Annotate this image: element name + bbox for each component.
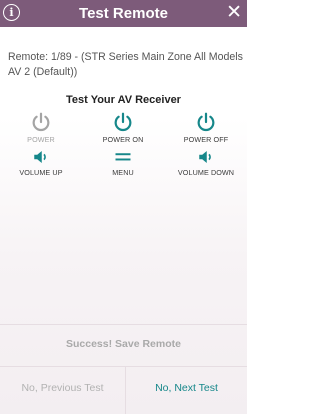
remote-info-text: Remote: 1/89 - (STR Series Main Zone All… xyxy=(8,51,243,78)
volume-icon xyxy=(34,151,46,163)
power-icon xyxy=(32,112,50,131)
power-off-button-label: POWER OFF xyxy=(183,135,229,144)
divider xyxy=(0,366,247,367)
previous-test-button[interactable]: No, Previous Test xyxy=(0,382,125,394)
test-remote-screen: i Test Remote ✕ Remote: 1/89 - (STR Seri… xyxy=(0,0,247,414)
divider xyxy=(0,324,247,325)
menu-button-label: MENU xyxy=(112,168,134,177)
info-icon[interactable]: i xyxy=(3,4,20,21)
power-button[interactable]: POWER xyxy=(1,111,81,144)
power-button-label: POWER xyxy=(27,135,55,144)
power-icon xyxy=(114,112,132,131)
section-title: Test Your AV Receiver xyxy=(66,94,181,106)
volume-down-button[interactable]: VOLUME DOWN xyxy=(166,148,246,177)
power-icon xyxy=(197,112,215,131)
power-on-button[interactable]: POWER ON xyxy=(83,111,163,144)
header-bar: i Test Remote ✕ xyxy=(0,0,247,27)
save-remote-button[interactable]: Success! Save Remote xyxy=(0,338,247,350)
page-title: Test Remote xyxy=(79,5,168,22)
menu-icon xyxy=(115,153,131,161)
menu-button[interactable]: MENU xyxy=(83,148,163,177)
power-off-button[interactable]: POWER OFF xyxy=(166,111,246,144)
volume-down-button-label: VOLUME DOWN xyxy=(177,168,235,177)
volume-up-button[interactable]: VOLUME UP xyxy=(1,148,81,177)
volume-up-button-label: VOLUME UP xyxy=(19,168,63,177)
volume-icon xyxy=(199,151,211,163)
power-on-button-label: POWER ON xyxy=(102,135,144,144)
content-area: Remote: 1/89 - (STR Series Main Zone All… xyxy=(0,27,247,414)
next-test-button[interactable]: No, Next Test xyxy=(126,382,247,394)
close-icon[interactable]: ✕ xyxy=(226,3,242,23)
